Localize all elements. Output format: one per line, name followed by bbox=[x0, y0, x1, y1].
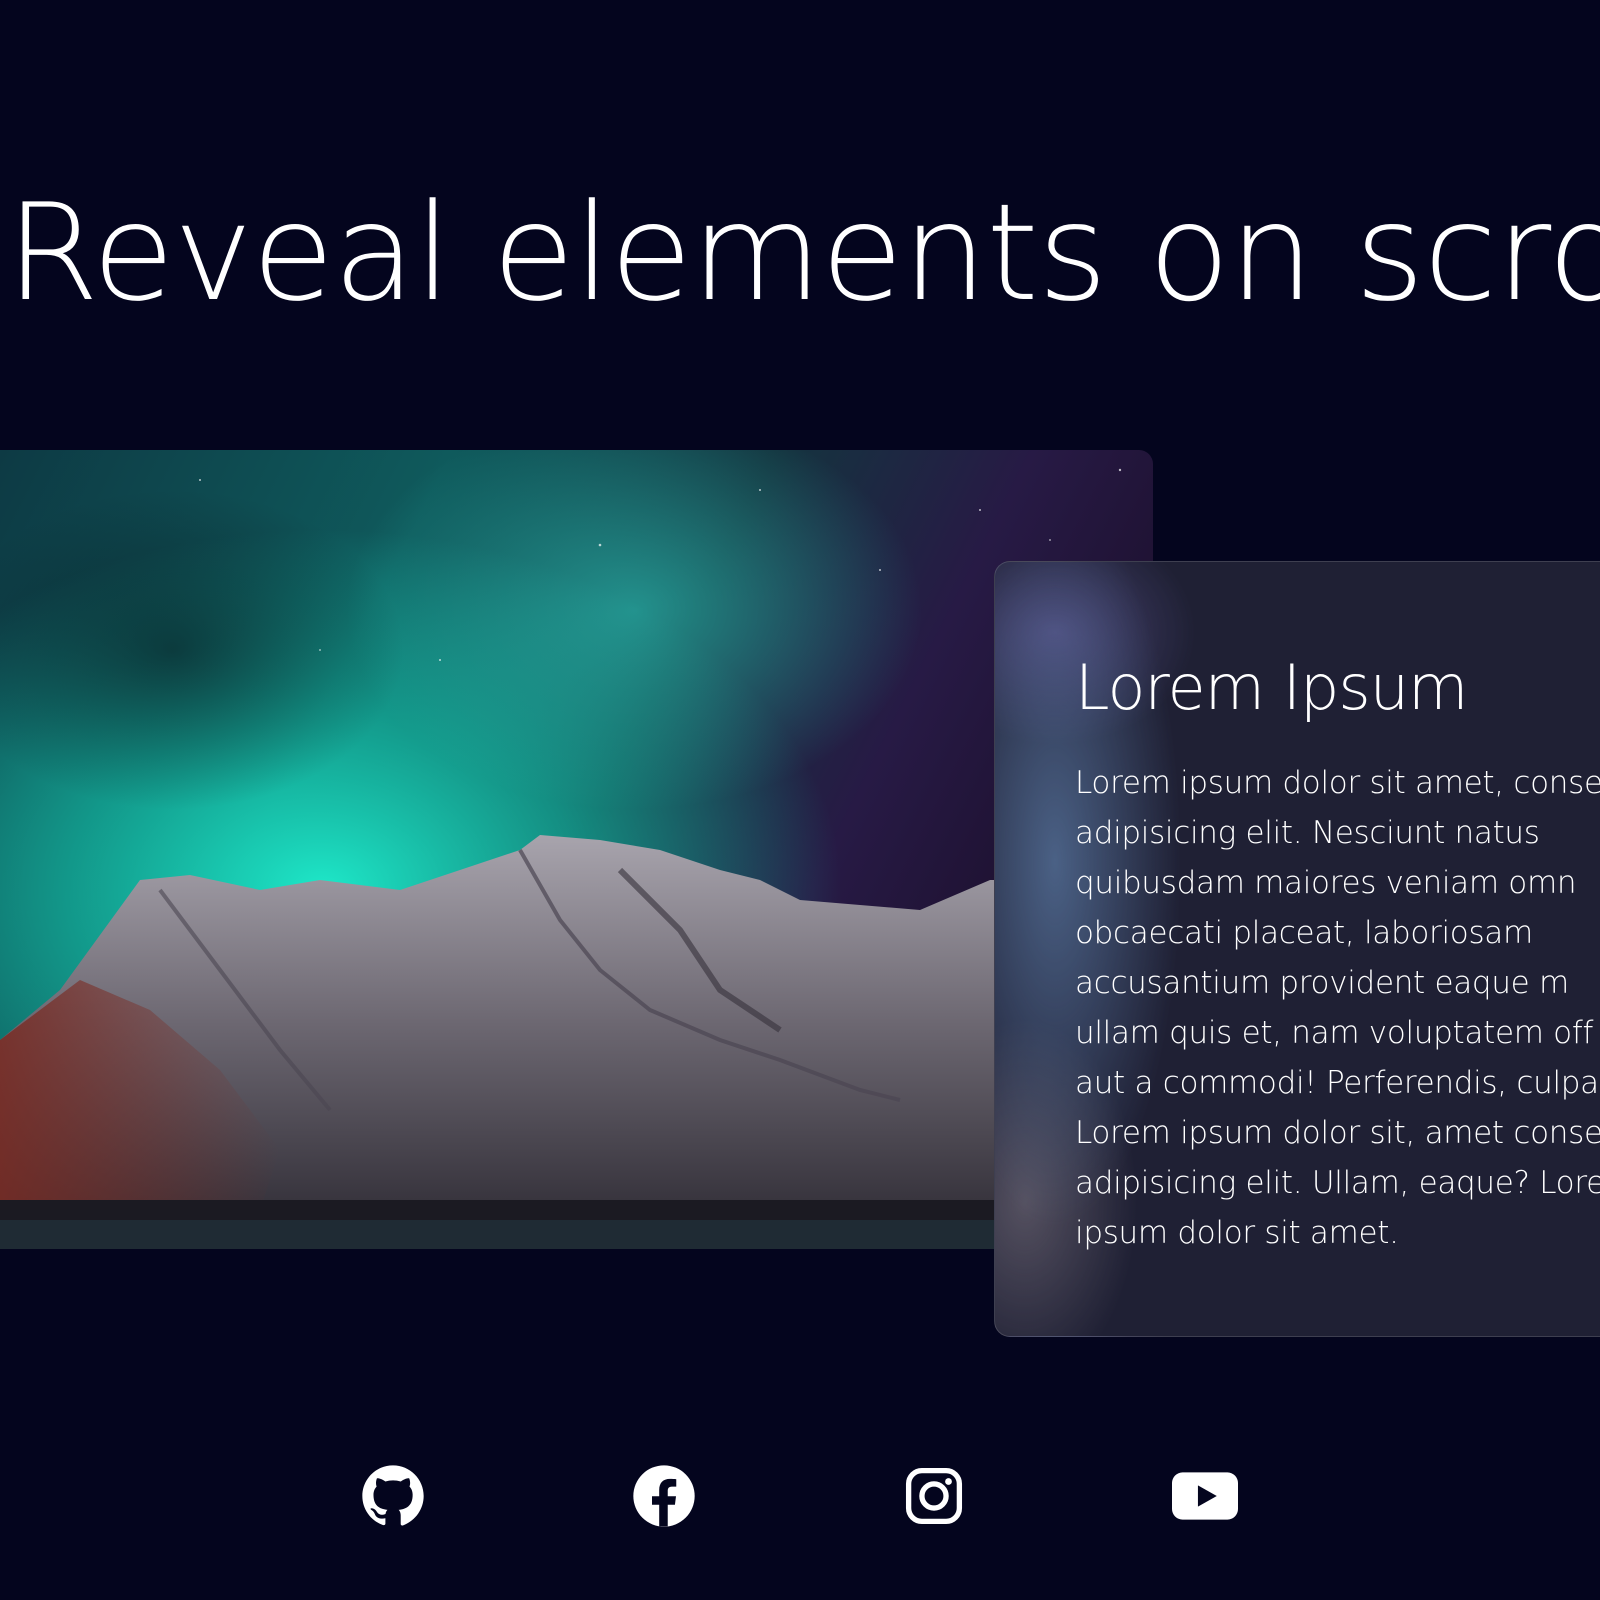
instagram-link[interactable] bbox=[901, 1463, 967, 1529]
card-body-line: adipisicing elit. Nesciunt natus bbox=[1075, 815, 1540, 851]
youtube-link[interactable] bbox=[1172, 1463, 1238, 1529]
youtube-icon bbox=[1172, 1472, 1238, 1520]
page: Reveal elements on scroll Lorem Ipsum Lo… bbox=[0, 0, 1600, 1600]
card-body-line: ullam quis et, nam voluptatem off bbox=[1075, 1015, 1594, 1051]
card-body-line: adipisicing elit. Ullam, eaque? Lore bbox=[1075, 1165, 1600, 1201]
info-card: Lorem Ipsum Lorem ipsum dolor sit amet, … bbox=[994, 561, 1600, 1337]
card-body-line: Lorem ipsum dolor sit, amet conse bbox=[1075, 1115, 1600, 1151]
card-body-line: ipsum dolor sit amet. bbox=[1075, 1215, 1399, 1251]
card-body-line: quibusdam maiores veniam omn bbox=[1075, 865, 1577, 901]
card-body-line: accusantium provident eaque m bbox=[1075, 965, 1569, 1001]
facebook-link[interactable] bbox=[631, 1463, 697, 1529]
instagram-icon bbox=[905, 1467, 963, 1525]
page-title: Reveal elements on scroll bbox=[6, 175, 1600, 331]
card-body-line: Lorem ipsum dolor sit amet, conse bbox=[1075, 765, 1600, 801]
aurora-mountain-image bbox=[0, 450, 1153, 1249]
card-body: Lorem ipsum dolor sit amet, conse adipis… bbox=[1075, 758, 1600, 1258]
github-icon bbox=[362, 1465, 424, 1526]
card-body-line: obcaecati placeat, laboriosam bbox=[1075, 915, 1533, 951]
github-link[interactable] bbox=[360, 1463, 426, 1529]
card-title: Lorem Ipsum bbox=[1075, 651, 1468, 724]
facebook-icon bbox=[633, 1465, 695, 1527]
card-body-line: aut a commodi! Perferendis, culpa bbox=[1075, 1065, 1599, 1101]
